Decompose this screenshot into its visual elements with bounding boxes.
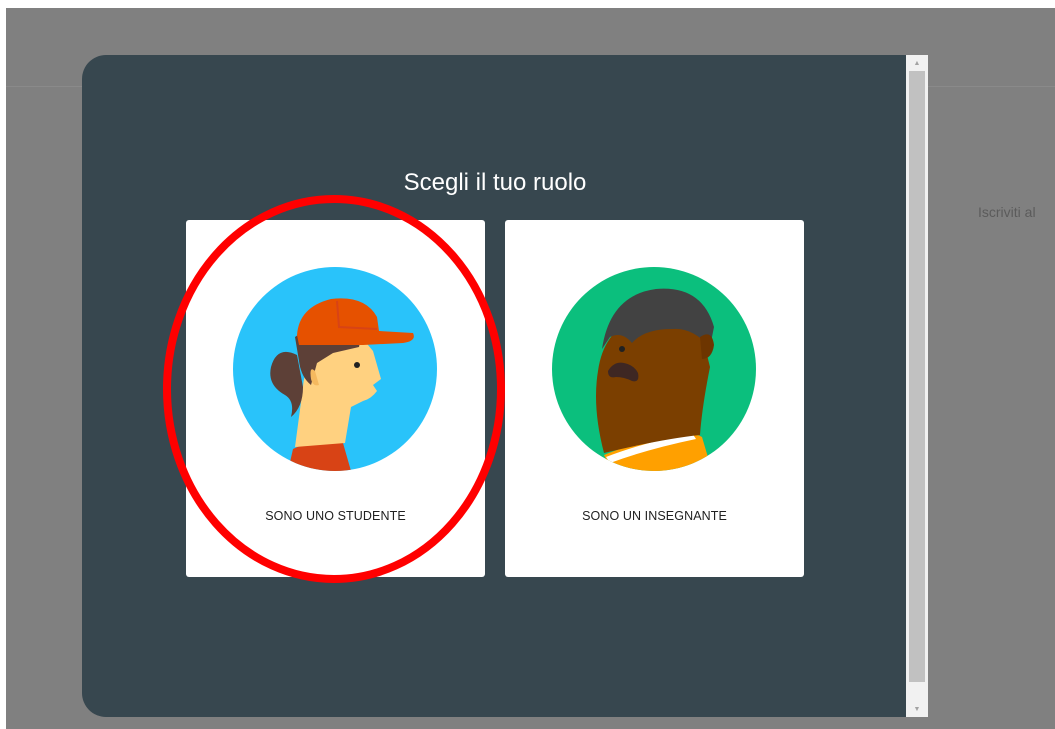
- dialog-title: Scegli il tuo ruolo: [403, 169, 587, 196]
- student-role-label: SONO UNO STUDENTE: [265, 509, 406, 523]
- dialog-scrollbar[interactable]: ▲ ▼: [906, 55, 928, 717]
- scroll-up-arrow-icon[interactable]: ▲: [906, 55, 928, 71]
- role-selection-dialog: Scegli il tuo ruolo SONO UNO STUDENTE SO…: [82, 55, 928, 717]
- teacher-avatar-icon: [552, 267, 756, 471]
- student-role-card[interactable]: SONO UNO STUDENTE: [186, 220, 485, 577]
- scrollbar-thumb[interactable]: [909, 71, 925, 682]
- scroll-down-arrow-icon[interactable]: ▼: [906, 701, 928, 717]
- join-class-text: Iscriviti al: [978, 204, 1036, 220]
- teacher-role-label: SONO UN INSEGNANTE: [582, 509, 727, 523]
- student-avatar-icon: [233, 267, 437, 471]
- teacher-role-card[interactable]: SONO UN INSEGNANTE: [505, 220, 804, 577]
